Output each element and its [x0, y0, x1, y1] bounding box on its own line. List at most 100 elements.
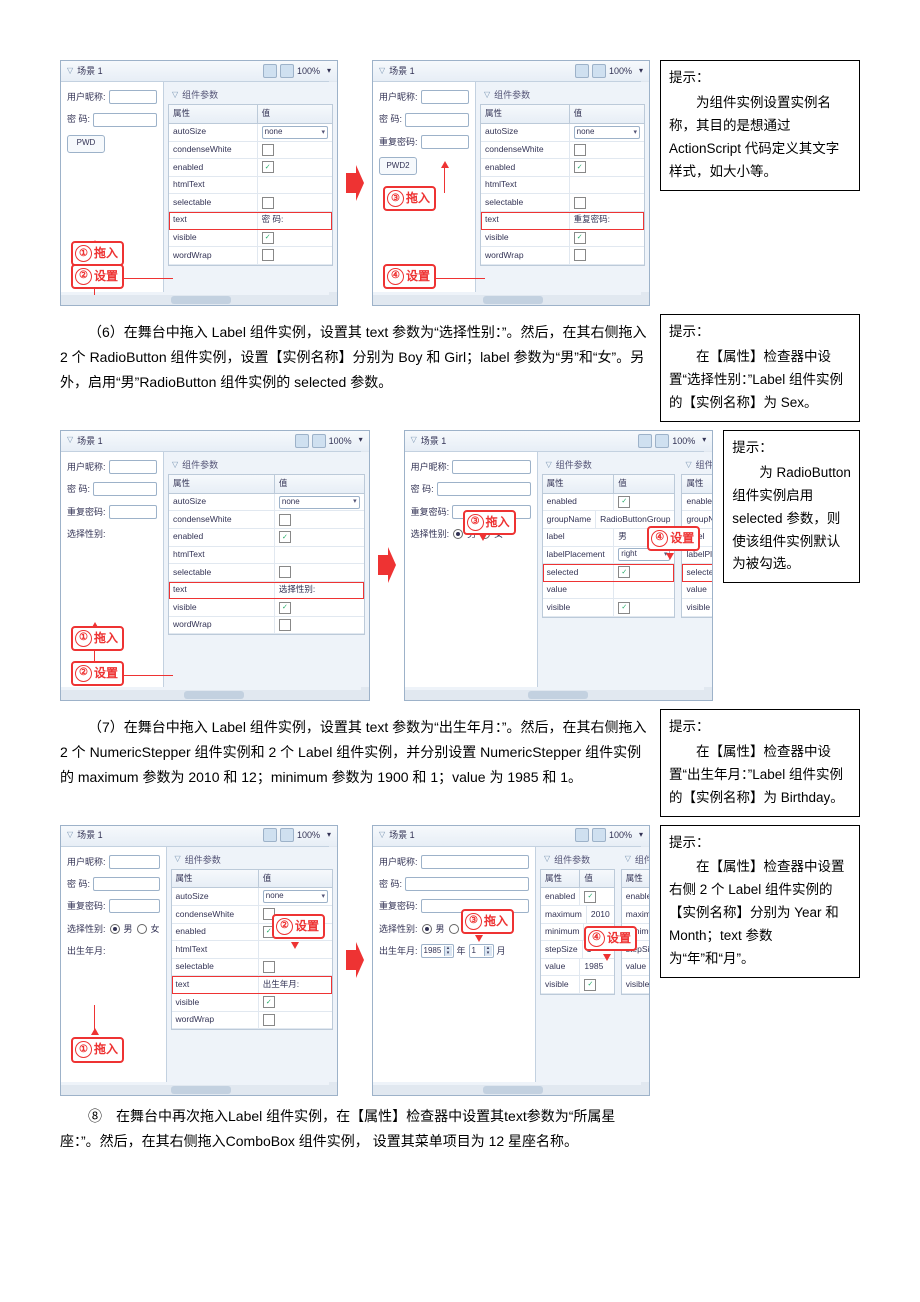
checkbox[interactable] [584, 979, 596, 991]
prop-row: text重复密码: [481, 212, 644, 230]
checkbox[interactable] [263, 961, 275, 973]
tip-box-4: 提示： 在【属性】检查器中设置“出生年月：”Label 组件实例的【实例名称】为… [660, 709, 860, 817]
prop-row: autoSizenone▾ [169, 124, 332, 142]
pwd-button[interactable]: PWD [67, 135, 105, 153]
user-input[interactable] [109, 90, 157, 104]
tool-icon[interactable] [280, 64, 294, 78]
pass-input[interactable] [93, 113, 157, 127]
dropdown[interactable]: none▾ [263, 890, 328, 903]
prop-row: visible [682, 599, 713, 617]
chevron-down-icon[interactable]: ▾ [327, 65, 331, 78]
checkbox[interactable] [618, 566, 630, 578]
prop-row: autoSizenone▾ [172, 888, 332, 906]
prop-row: maximum2010 [541, 906, 614, 924]
callout-drag-1: ①拖入 [71, 241, 124, 266]
prop-row: text选择性别: [169, 582, 364, 600]
checkbox[interactable] [263, 1014, 275, 1026]
checkbox[interactable] [262, 249, 274, 261]
panel-scene-2b: ▽场景 1 100%▾ 用户昵称: 密 码: 重复密码: 选择性别: 男 女 [404, 430, 714, 701]
zoom-value: 100% [297, 64, 320, 78]
prop-row: condenseWhite [481, 142, 644, 160]
prop-row: htmlText [172, 941, 332, 959]
prop-row: value1985 [541, 959, 614, 977]
dropdown[interactable]: none▾ [279, 496, 360, 509]
arrow-icon [441, 161, 449, 168]
month-stepper[interactable]: 1▴▾ [469, 944, 494, 958]
prop-row: enabled [541, 888, 614, 906]
prop-row: enabled [682, 494, 713, 512]
panel-scene-2a: ▽场景 1 100%▾ 用户昵称: 密 码: 重复密码: 选择性别: ▽组件参数 [60, 430, 370, 701]
dropdown[interactable]: none▾ [574, 126, 640, 139]
prop-row: enabled [169, 529, 364, 547]
scrollbar-h[interactable] [61, 295, 337, 305]
prop-row: wordWrap [169, 247, 332, 265]
prop-row: visible [169, 230, 332, 248]
callout-drag-3: ③拖入 [383, 186, 436, 211]
flow-arrow-icon [346, 60, 364, 306]
prop-row: visible [622, 976, 650, 994]
checkbox[interactable] [574, 249, 586, 261]
prop-row: value [543, 582, 675, 600]
checkbox[interactable] [263, 996, 275, 1008]
checkbox[interactable] [262, 197, 274, 209]
checkbox[interactable] [574, 161, 586, 173]
collapse-icon: ▽ [67, 65, 73, 78]
checkbox[interactable] [279, 602, 291, 614]
prop-row: maximum12 [622, 906, 650, 924]
tip-box-1: 提示： 为组件实例设置实例名称，其目的是想通过 ActionScript 代码定… [660, 60, 860, 191]
checkbox[interactable] [574, 197, 586, 209]
radio-male[interactable] [453, 529, 463, 539]
checkbox[interactable] [618, 602, 630, 614]
prop-row: selectable [481, 194, 644, 212]
prop-row: value1 [622, 959, 650, 977]
checkbox[interactable] [618, 496, 630, 508]
checkbox[interactable] [584, 891, 596, 903]
flow-arrow-icon [378, 430, 396, 701]
prop-row: visible [543, 599, 675, 617]
checkbox[interactable] [279, 531, 291, 543]
dropdown[interactable]: none▾ [262, 126, 328, 139]
prop-row: autoSizenone▾ [481, 124, 644, 142]
prop-row: enabled [622, 888, 650, 906]
checkbox[interactable] [262, 232, 274, 244]
scene-title: 场景 1 [77, 64, 103, 78]
flow-arrow-icon [346, 825, 364, 1096]
checkbox[interactable] [279, 566, 291, 578]
prop-row: selectable [169, 194, 332, 212]
prop-row: visible [481, 230, 644, 248]
panel-scene-1b: ▽场景 1 100%▾ 用户昵称: 密 码: 重复密码: PWD2 ▽组件参数 … [372, 60, 650, 306]
prop-row: visible [172, 994, 332, 1012]
prop-row: value [682, 582, 713, 600]
prop-row: wordWrap [172, 1012, 332, 1030]
checkbox[interactable] [574, 144, 586, 156]
checkbox[interactable] [279, 619, 291, 631]
tip-box-5: 提示： 在【属性】检查器中设置右侧 2 个 Label 组件实例的【实例名称】分… [660, 825, 860, 979]
tool-icon[interactable] [263, 64, 277, 78]
checkbox[interactable] [262, 161, 274, 173]
prop-row: text出生年月: [172, 976, 332, 994]
prop-row: text密 码: [169, 212, 332, 230]
prop-row: visible [169, 599, 364, 617]
prop-row: selected [543, 564, 675, 582]
prop-row: selectable [172, 959, 332, 977]
prop-row: wordWrap [169, 617, 364, 635]
paragraph-8: ⑧ 在舞台中再次拖入Label 组件实例，在【属性】检查器中设置其text参数为… [60, 1104, 650, 1154]
paragraph-7: （7）在舞台中拖入 Label 组件实例，设置其 text 参数为“出生年月：”… [60, 715, 650, 791]
prop-row: selectable [169, 564, 364, 582]
inspector-area: ▽组件参数 属性值 autoSizenone▾condenseWhiteenab… [164, 82, 337, 292]
checkbox[interactable] [262, 144, 274, 156]
prop-row: selected [682, 564, 713, 582]
callout-set-4: ④设置 [383, 264, 436, 289]
prop-row: htmlText [481, 177, 644, 195]
checkbox[interactable] [574, 232, 586, 244]
prop-row: enabled [481, 159, 644, 177]
paragraph-6: （6）在舞台中拖入 Label 组件实例，设置其 text 参数为“选择性别：”… [60, 320, 650, 396]
panel-header: ▽ 场景 1 100% ▾ [61, 61, 337, 82]
prop-row: condenseWhite [169, 511, 364, 529]
panel-scene-3b: ▽场景 1 100%▾ 用户昵称: 密 码: 重复密码: 选择性别:男女 出生年… [372, 825, 650, 1096]
checkbox[interactable] [279, 514, 291, 526]
tip-box-2: 提示： 在【属性】检查器中设置“选择性别：”Label 组件实例的【实例名称】为… [660, 314, 860, 422]
panel-scene-1a: ▽场景 1 100% ▾ 用户昵称: 密 码: PWD [60, 60, 338, 306]
prop-row: autoSizenone▾ [169, 494, 364, 512]
year-stepper[interactable]: 1985▴▾ [421, 944, 454, 958]
